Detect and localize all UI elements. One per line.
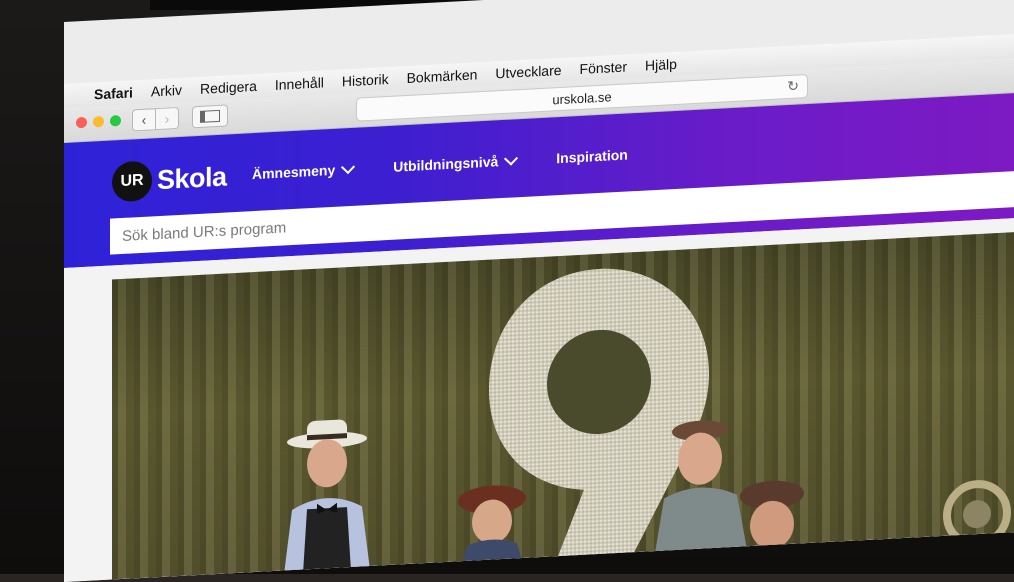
logo-text: Skola (157, 160, 227, 195)
logo-badge: UR (112, 160, 152, 203)
chevron-right-icon: › (164, 110, 170, 127)
nav-utbildningsniva-label: Utbildningsnivå (393, 153, 499, 175)
forward-button[interactable]: › (156, 106, 179, 131)
menu-bokmarken[interactable]: Bokmärken (407, 66, 478, 86)
menu-safari[interactable]: Safari (94, 84, 133, 102)
hero-image[interactable] (112, 231, 1014, 580)
apple-icon[interactable] (64, 94, 94, 96)
site-logo[interactable]: UR Skola (112, 156, 227, 203)
nav-amnesmeny-label: Ämnesmeny (252, 161, 336, 183)
reload-icon[interactable]: ↻ (787, 77, 799, 95)
minimize-window-button[interactable] (93, 115, 104, 128)
site-nav: Ämnesmeny Utbildningsnivå Inspiration (252, 146, 628, 182)
back-button[interactable]: ‹ (132, 108, 156, 132)
hero-section (64, 217, 1014, 582)
nav-utbildningsniva[interactable]: Utbildningsnivå (393, 151, 519, 175)
nav-inspiration-label: Inspiration (556, 146, 628, 167)
fullscreen-window-button[interactable] (110, 115, 121, 127)
menu-utvecklare[interactable]: Utvecklare (495, 62, 561, 81)
menu-innehall[interactable]: Innehåll (275, 74, 324, 93)
performer-left (282, 419, 372, 580)
sidebar-icon (200, 109, 220, 123)
nav-inspiration[interactable]: Inspiration (556, 146, 628, 166)
menu-historik[interactable]: Historik (342, 71, 389, 89)
menu-fonster[interactable]: Fönster (580, 58, 627, 76)
screen: Safari Arkiv Redigera Innehåll Historik … (64, 0, 1014, 582)
nav-amnesmeny[interactable]: Ämnesmeny (252, 160, 356, 183)
chevron-left-icon: ‹ (141, 111, 147, 128)
nav-buttons: ‹ › (132, 106, 179, 132)
menu-hjalp[interactable]: Hjälp (645, 56, 677, 74)
chevron-down-icon (504, 151, 519, 166)
window-controls (76, 115, 121, 129)
menu-redigera[interactable]: Redigera (200, 78, 257, 97)
sidebar-toggle-button[interactable] (192, 104, 228, 129)
menu-arkiv[interactable]: Arkiv (151, 82, 182, 100)
chevron-down-icon (341, 160, 356, 175)
address-text: urskola.se (552, 88, 612, 107)
close-window-button[interactable] (76, 116, 87, 129)
